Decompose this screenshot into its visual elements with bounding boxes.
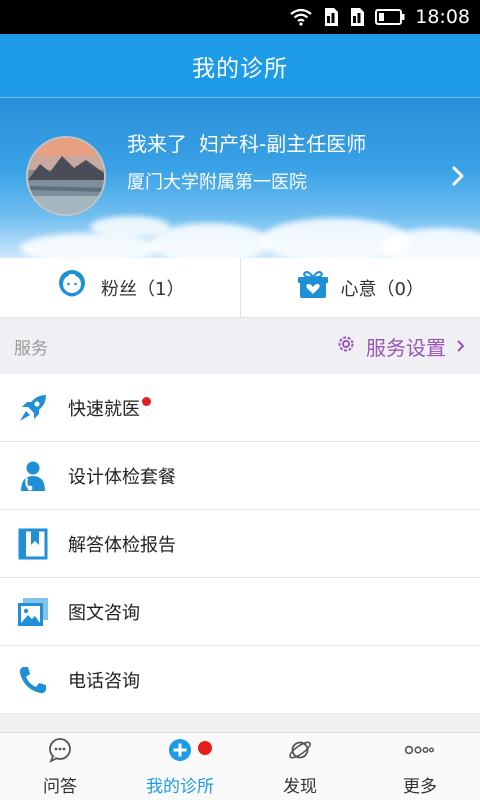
page-title: 我的诊所 [192, 55, 288, 82]
doctor-name: 我来了 [127, 132, 187, 156]
service-item-phone-consult[interactable]: 电话咨询 [0, 646, 480, 714]
tab-label: 问答 [43, 776, 77, 797]
fans-icon [55, 268, 89, 307]
gear-icon [336, 334, 356, 359]
battery-icon [375, 9, 405, 25]
doctor-person-icon [16, 459, 50, 493]
service-item-label: 解答体检报告 [68, 534, 176, 556]
service-item-label: 快速就医 [68, 398, 140, 420]
doctor-title: 妇产科-副主任医师 [199, 132, 367, 156]
chevron-right-icon[interactable] [448, 164, 468, 188]
more-dots-icon [404, 737, 436, 768]
avatar[interactable] [26, 136, 106, 216]
service-settings-label: 服务设置 [366, 335, 446, 360]
service-item-answer-checkup-report[interactable]: 解答体检报告 [0, 510, 480, 578]
service-item-label: 设计体检套餐 [68, 466, 176, 488]
phone-icon [16, 663, 50, 697]
sim-card-2-icon [349, 7, 365, 27]
service-item-label: 图文咨询 [68, 602, 140, 624]
fans-button[interactable]: 粉丝（1） [0, 258, 241, 317]
tab-label: 更多 [403, 776, 437, 797]
new-badge-dot [198, 741, 212, 755]
service-item-label: 电话咨询 [68, 670, 140, 692]
tab-discover[interactable]: 发现 [240, 733, 360, 800]
chevron-right-icon [456, 334, 466, 358]
doctor-hospital: 厦门大学附属第一医院 [127, 172, 307, 193]
service-item-design-checkup-package[interactable]: 设计体检套餐 [0, 442, 480, 510]
bookmark-book-icon [16, 527, 50, 561]
tab-qa[interactable]: 问答 [0, 733, 120, 800]
status-bar: 18:08 [0, 0, 480, 34]
gift-icon [297, 269, 329, 306]
service-settings-button[interactable]: 服务设置 [336, 332, 466, 361]
stats-row: 粉丝（1） 心意（0） [0, 258, 480, 318]
services-list: 快速就医 设计体检套餐 解答体检报告 图文咨询 电话咨询 [0, 374, 480, 714]
rocket-icon [16, 391, 50, 425]
tab-my-clinic[interactable]: 我的诊所 [120, 733, 240, 800]
chat-bubble-icon [47, 737, 73, 768]
service-item-text-image-consult[interactable]: 图文咨询 [0, 578, 480, 646]
gifts-button[interactable]: 心意（0） [241, 258, 480, 317]
doctor-profile-banner[interactable]: 我来了 妇产科-副主任医师 厦门大学附属第一医院 [0, 98, 480, 258]
services-section-header: 服务 服务设置 [0, 318, 480, 374]
tab-label: 发现 [283, 776, 317, 797]
planet-icon [287, 737, 313, 768]
sim-card-1-icon [323, 7, 339, 27]
gifts-label: 心意（0） [340, 278, 424, 300]
new-badge-dot [142, 397, 151, 406]
status-time: 18:08 [415, 6, 470, 28]
services-section-label: 服务 [14, 338, 48, 359]
picture-icon [16, 595, 50, 629]
fans-label: 粉丝（1） [101, 278, 185, 300]
clinic-cross-icon [167, 737, 193, 768]
service-item-quick-visit[interactable]: 快速就医 [0, 374, 480, 442]
wifi-icon [289, 8, 313, 26]
page-title-bar: 我的诊所 [0, 34, 480, 98]
bottom-tab-bar: 问答 我的诊所 发现 更多 [0, 732, 480, 800]
tab-label: 我的诊所 [146, 776, 214, 797]
tab-more[interactable]: 更多 [360, 733, 480, 800]
